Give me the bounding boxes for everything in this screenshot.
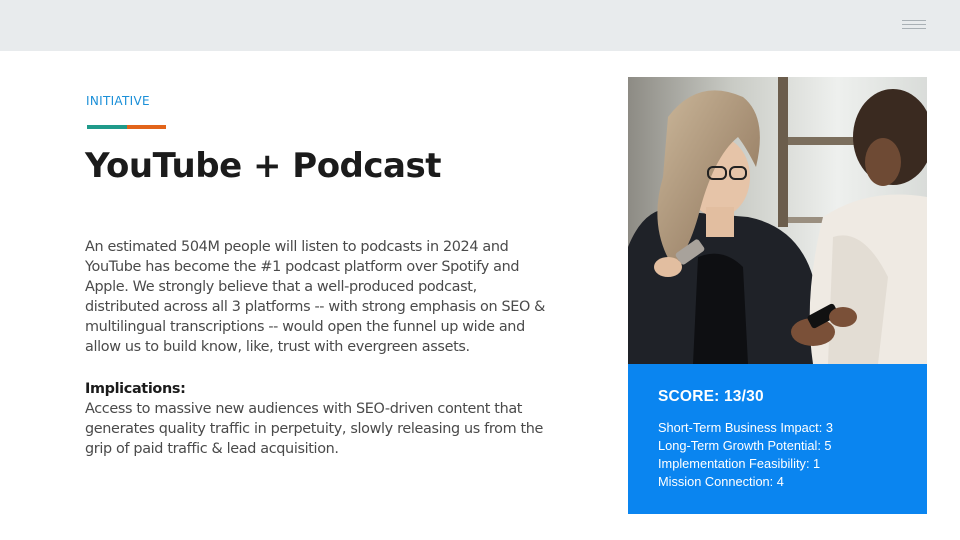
slide-title: YouTube + Podcast [85,146,442,186]
hamburger-menu-icon[interactable] [902,20,926,30]
top-header-band [0,0,960,51]
photo-illustration [628,77,927,364]
menu-line [902,28,926,29]
implications-text: Access to massive new audiences with SEO… [85,401,544,457]
implications-heading: Implications: [85,381,186,397]
initiative-description: An estimated 504M people will listen to … [85,239,546,355]
menu-line [902,20,926,21]
accent-divider-orange [127,125,166,129]
score-item-long-term-growth: Long-Term Growth Potential: 5 [658,438,832,453]
menu-line [902,24,926,25]
score-item-short-term-impact: Short-Term Business Impact: 3 [658,420,833,435]
section-eyebrow: INITIATIVE [86,94,150,108]
implications-block: Implications: Access to massive new audi… [85,379,547,459]
score-item-implementation-feasibility: Implementation Feasibility: 1 [658,456,821,471]
score-criteria-list: Short-Term Business Impact: 3 Long-Term … [658,419,833,491]
score-item-mission-connection: Mission Connection: 4 [658,474,784,489]
score-panel: SCORE: 13/30 Short-Term Business Impact:… [628,364,927,514]
accent-divider-teal [87,125,127,129]
score-title: SCORE: 13/30 [658,388,764,405]
accent-divider [87,125,166,129]
photo-women-using-phones [628,77,927,364]
